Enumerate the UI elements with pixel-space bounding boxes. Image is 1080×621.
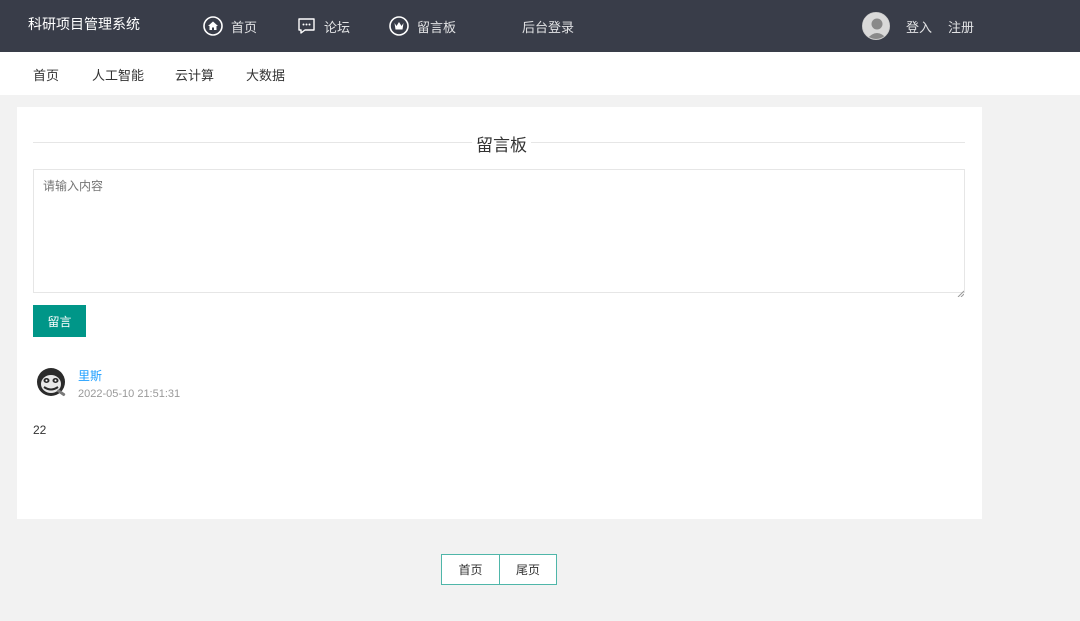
- user-avatar-icon[interactable]: [861, 12, 890, 40]
- pagination: 首页 尾页: [441, 554, 557, 585]
- home-icon: [203, 16, 223, 36]
- category-nav: 首页 人工智能 云计算 大数据: [0, 52, 1080, 95]
- category-bigdata[interactable]: 大数据: [246, 65, 285, 84]
- user-area: 登入 注册: [861, 0, 974, 52]
- crown-icon: [389, 16, 409, 36]
- login-link[interactable]: 登入: [906, 17, 932, 36]
- first-page-button[interactable]: 首页: [442, 555, 499, 584]
- nav-board[interactable]: 留言板: [389, 0, 456, 52]
- nav-admin-login[interactable]: 后台登录: [522, 0, 574, 52]
- category-cloud[interactable]: 云计算: [175, 65, 214, 84]
- submit-message-button[interactable]: 留言: [33, 305, 86, 337]
- nav-admin-login-label: 后台登录: [522, 19, 575, 35]
- category-home[interactable]: 首页: [33, 65, 59, 84]
- nav-board-label: 留言板: [417, 19, 457, 35]
- nav-forum[interactable]: 论坛: [297, 0, 350, 52]
- board-title: 留言板: [472, 131, 531, 156]
- resize-grip-icon[interactable]: [957, 284, 965, 302]
- comment-timestamp: 2022-05-10 21:51:31: [78, 388, 181, 400]
- message-input[interactable]: [33, 169, 965, 293]
- nav-home[interactable]: 首页: [203, 0, 257, 52]
- category-ai[interactable]: 人工智能: [92, 65, 144, 84]
- comment-username[interactable]: 里斯: [78, 367, 102, 384]
- message-board-card: 留言板 留言 里斯 2022-05-10 21:51:31 22: [17, 107, 982, 519]
- gorilla-avatar-icon: [33, 365, 69, 401]
- last-page-button[interactable]: 尾页: [499, 555, 556, 584]
- nav-forum-label: 论坛: [324, 19, 351, 35]
- register-link[interactable]: 注册: [948, 17, 974, 36]
- site-title: 科研项目管理系统: [28, 16, 140, 32]
- nav-home-label: 首页: [231, 19, 258, 35]
- comment-content: 22: [33, 423, 47, 437]
- chat-icon: [297, 17, 316, 35]
- top-header: 科研项目管理系统 首页 论坛 留言板 后台登录 登入 注册: [0, 0, 1080, 52]
